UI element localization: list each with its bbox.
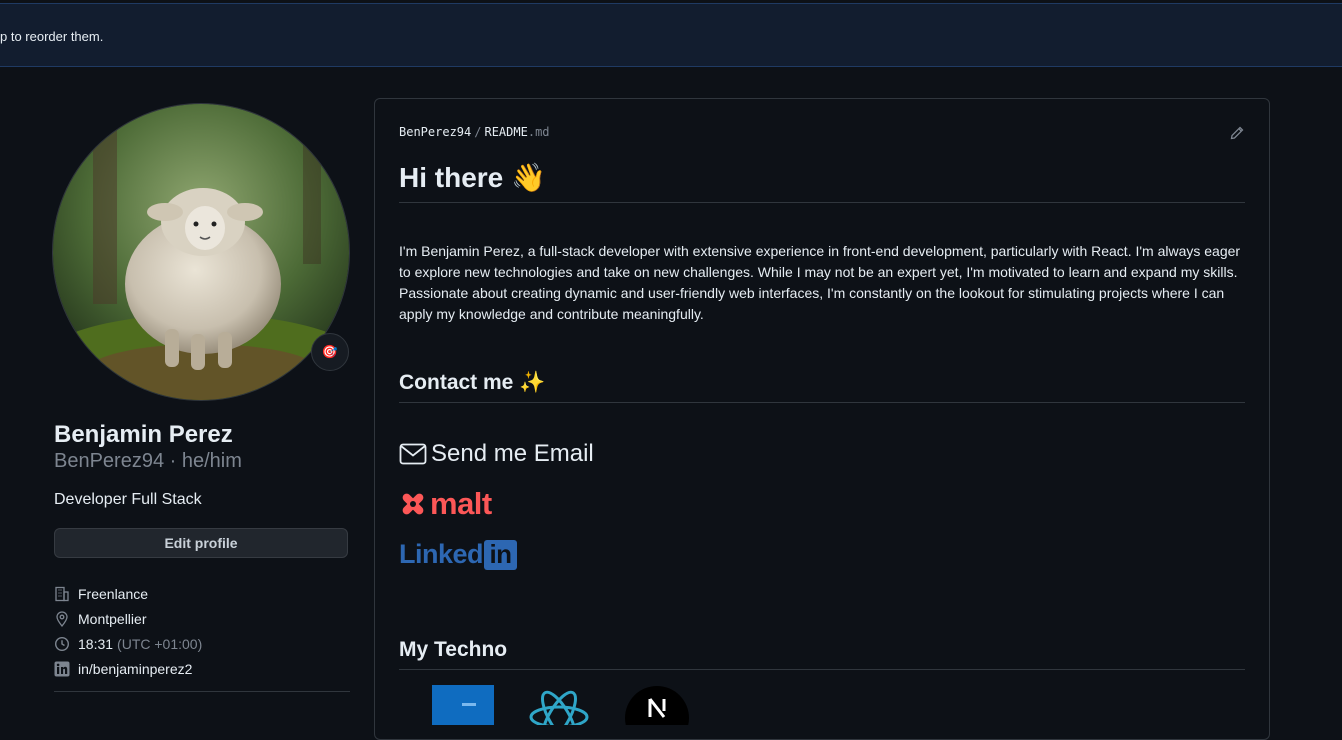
avatar-image	[53, 104, 349, 400]
malt-link[interactable]: malt	[399, 486, 492, 522]
detail-company: Freenlance	[54, 581, 202, 606]
sidebar-divider	[54, 691, 350, 692]
login-separator: ·	[164, 450, 182, 472]
linkedin-wordmark: Linked	[399, 539, 484, 569]
techno-heading: My Techno	[399, 638, 1245, 670]
react-icon	[527, 685, 591, 740]
linkedin-badge-link[interactable]: Linked in	[399, 539, 518, 570]
linkedin-profile-link[interactable]: in/benjaminperez2	[78, 661, 192, 677]
readme-extension: .md	[527, 125, 550, 139]
status-emoji-button[interactable]: 🎯	[311, 333, 349, 371]
profile-login-line: BenPerez94 · he/him	[54, 450, 242, 473]
clock-icon	[54, 636, 70, 652]
contact-heading: Contact me ✨	[399, 371, 1245, 403]
local-time-text: 18:31	[78, 635, 114, 652]
nextjs-icon	[624, 685, 690, 740]
status-emoji: 🎯	[321, 344, 339, 359]
readme-owner[interactable]: BenPerez94	[399, 125, 471, 139]
readme-filename[interactable]: README	[484, 125, 527, 139]
flash-banner: p to reorder them.	[0, 3, 1342, 67]
send-email-link[interactable]: Send me Email	[399, 440, 594, 468]
detail-location: Montpellier	[54, 606, 202, 631]
malt-wordmark: malt	[430, 486, 492, 521]
profile-pronouns: he/him	[181, 450, 242, 472]
profile-details: Freenlance Montpellier 18:31 (UTC +01:00…	[54, 581, 202, 681]
readme-card: BenPerez94/README.md Hi there 👋 I'm Benj…	[374, 98, 1270, 740]
readme-path: BenPerez94/README.md	[399, 125, 550, 139]
avatar[interactable]	[53, 104, 349, 400]
malt-logo-icon	[402, 493, 424, 515]
flash-message: p to reorder them.	[0, 29, 104, 44]
linkedin-box: in	[484, 539, 518, 570]
edit-profile-button[interactable]: Edit profile	[54, 528, 348, 558]
detail-local-time: 18:31 (UTC +01:00)	[54, 631, 202, 656]
profile-bio: Developer Full Stack	[54, 491, 202, 508]
profile-login: BenPerez94	[54, 450, 165, 472]
typescript-icon	[432, 685, 494, 730]
location-text: Montpellier	[78, 610, 147, 627]
mail-icon	[399, 443, 427, 465]
profile-name: Benjamin Perez	[54, 421, 233, 448]
organization-icon	[54, 586, 70, 602]
send-email-label: Send me Email	[431, 440, 594, 467]
linkedin-icon	[54, 661, 70, 677]
detail-linkedin[interactable]: in/benjaminperez2	[54, 656, 202, 681]
readme-intro-paragraph: I'm Benjamin Perez, a full-stack develop…	[399, 243, 1241, 322]
company-text: Freenlance	[78, 585, 149, 602]
timezone-text: (UTC +01:00)	[117, 635, 203, 652]
path-separator: /	[474, 125, 482, 139]
readme-heading: Hi there 👋	[399, 161, 1245, 203]
location-icon	[54, 610, 70, 627]
pencil-icon[interactable]	[1229, 125, 1245, 141]
